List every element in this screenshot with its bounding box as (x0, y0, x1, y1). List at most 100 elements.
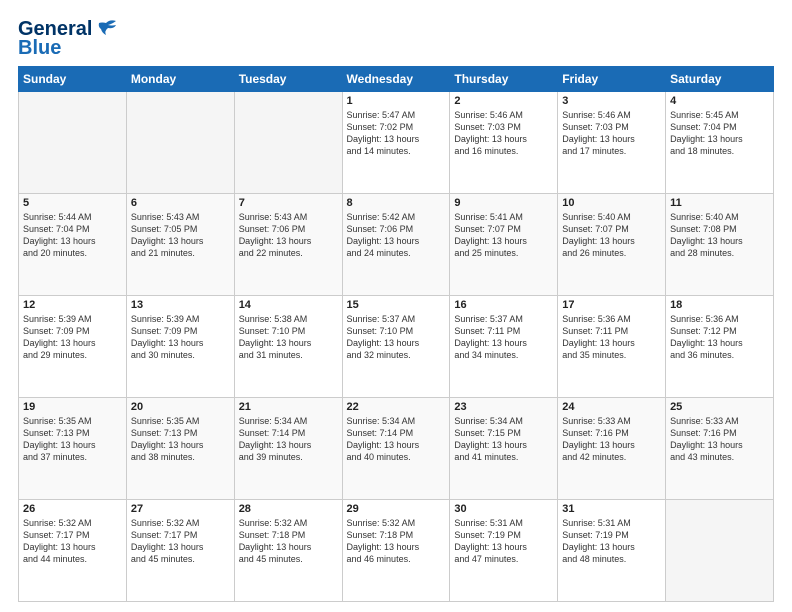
empty-cell (666, 500, 774, 602)
day-info: Sunrise: 5:41 AM Sunset: 7:07 PM Dayligh… (454, 211, 553, 260)
day-cell-30: 30Sunrise: 5:31 AM Sunset: 7:19 PM Dayli… (450, 500, 558, 602)
day-cell-20: 20 Sunrise: 5:35 AM Sunset: 7:13 PM Dayli… (126, 398, 234, 500)
empty-cell (234, 92, 342, 194)
day-info: Sunrise: 5:31 AM Sunset: 7:19 PM Dayligh… (562, 517, 661, 566)
day-cell-31: 31 Sunrise: 5:31 AM Sunset: 7:19 PM Dayli… (558, 500, 666, 602)
page: General Blue SundayMondayTuesdayWednesda… (0, 0, 792, 612)
logo: General Blue (18, 18, 118, 58)
day-number: 4 (670, 95, 769, 107)
weekday-friday: Friday (558, 67, 666, 92)
day-number: 14 (239, 299, 338, 311)
week-row-4: 19 Sunrise: 5:35 AM Sunset: 7:13 PM Dayli… (19, 398, 774, 500)
day-number: 11 (670, 197, 769, 209)
day-info: Sunrise: 5:32 AM Sunset: 7:18 PM Dayligh… (347, 517, 446, 566)
day-info: Sunrise: 5:33 AM Sunset: 7:16 PM Dayligh… (670, 415, 769, 464)
day-number: 29 (347, 503, 446, 515)
weekday-header-row: SundayMondayTuesdayWednesdayThursdayFrid… (19, 67, 774, 92)
day-number: 9 (454, 197, 553, 209)
day-number: 22 (347, 401, 446, 413)
day-number: 20 (131, 401, 230, 413)
day-cell-29: 29 Sunrise: 5:32 AM Sunset: 7:18 PM Dayli… (342, 500, 450, 602)
day-cell-10: 10 Sunrise: 5:40 AM Sunset: 7:07 PM Dayli… (558, 194, 666, 296)
day-cell-27: 27 Sunrise: 5:32 AM Sunset: 7:17 PM Dayli… (126, 500, 234, 602)
day-number: 26 (23, 503, 122, 515)
day-cell-16: 16 Sunrise: 5:37 AM Sunset: 7:11 PM Dayli… (450, 296, 558, 398)
day-cell-24: 24 Sunrise: 5:33 AM Sunset: 7:16 PM Dayli… (558, 398, 666, 500)
day-cell-15: 15Sunrise: 5:37 AM Sunset: 7:10 PM Dayli… (342, 296, 450, 398)
day-number: 12 (23, 299, 122, 311)
weekday-thursday: Thursday (450, 67, 558, 92)
day-cell-25: 25 Sunrise: 5:33 AM Sunset: 7:16 PM Dayli… (666, 398, 774, 500)
day-number: 2 (454, 95, 553, 107)
day-number: 3 (562, 95, 661, 107)
weekday-wednesday: Wednesday (342, 67, 450, 92)
day-info: Sunrise: 5:36 AM Sunset: 7:12 PM Dayligh… (670, 313, 769, 362)
day-info: Sunrise: 5:34 AM Sunset: 7:14 PM Dayligh… (239, 415, 338, 464)
day-info: Sunrise: 5:35 AM Sunset: 7:13 PM Dayligh… (23, 415, 122, 464)
day-cell-26: 26 Sunrise: 5:32 AM Sunset: 7:17 PM Dayli… (19, 500, 127, 602)
day-cell-12: 12 Sunrise: 5:39 AM Sunset: 7:09 PM Dayli… (19, 296, 127, 398)
week-row-1: 1 Sunrise: 5:47 AM Sunset: 7:02 PM Daylig… (19, 92, 774, 194)
day-number: 19 (23, 401, 122, 413)
day-number: 28 (239, 503, 338, 515)
day-info: Sunrise: 5:47 AM Sunset: 7:02 PM Dayligh… (347, 109, 446, 158)
day-info: Sunrise: 5:39 AM Sunset: 7:09 PM Dayligh… (131, 313, 230, 362)
day-number: 7 (239, 197, 338, 209)
day-cell-3: 3 Sunrise: 5:46 AM Sunset: 7:03 PM Daylig… (558, 92, 666, 194)
day-info: Sunrise: 5:36 AM Sunset: 7:11 PM Dayligh… (562, 313, 661, 362)
day-info: Sunrise: 5:31 AM Sunset: 7:19 PM Dayligh… (454, 517, 553, 566)
day-info: Sunrise: 5:32 AM Sunset: 7:17 PM Dayligh… (23, 517, 122, 566)
day-cell-17: 17 Sunrise: 5:36 AM Sunset: 7:11 PM Dayli… (558, 296, 666, 398)
day-cell-2: 2 Sunrise: 5:46 AM Sunset: 7:03 PM Daylig… (450, 92, 558, 194)
weekday-monday: Monday (126, 67, 234, 92)
day-cell-23: 23 Sunrise: 5:34 AM Sunset: 7:15 PM Dayli… (450, 398, 558, 500)
week-row-2: 5Sunrise: 5:44 AM Sunset: 7:04 PM Daylig… (19, 194, 774, 296)
day-number: 17 (562, 299, 661, 311)
day-cell-9: 9 Sunrise: 5:41 AM Sunset: 7:07 PM Daylig… (450, 194, 558, 296)
day-cell-19: 19 Sunrise: 5:35 AM Sunset: 7:13 PM Dayli… (19, 398, 127, 500)
day-number: 18 (670, 299, 769, 311)
day-info: Sunrise: 5:34 AM Sunset: 7:15 PM Dayligh… (454, 415, 553, 464)
day-number: 24 (562, 401, 661, 413)
day-info: Sunrise: 5:38 AM Sunset: 7:10 PM Dayligh… (239, 313, 338, 362)
day-number: 31 (562, 503, 661, 515)
logo-bird-icon (96, 19, 118, 39)
day-info: Sunrise: 5:46 AM Sunset: 7:03 PM Dayligh… (454, 109, 553, 158)
header: General Blue (18, 18, 774, 58)
day-number: 23 (454, 401, 553, 413)
day-info: Sunrise: 5:43 AM Sunset: 7:05 PM Dayligh… (131, 211, 230, 260)
week-row-3: 12 Sunrise: 5:39 AM Sunset: 7:09 PM Dayli… (19, 296, 774, 398)
day-cell-1: 1 Sunrise: 5:47 AM Sunset: 7:02 PM Daylig… (342, 92, 450, 194)
day-number: 27 (131, 503, 230, 515)
day-info: Sunrise: 5:43 AM Sunset: 7:06 PM Dayligh… (239, 211, 338, 260)
day-number: 25 (670, 401, 769, 413)
weekday-sunday: Sunday (19, 67, 127, 92)
week-row-5: 26 Sunrise: 5:32 AM Sunset: 7:17 PM Dayli… (19, 500, 774, 602)
day-cell-6: 6 Sunrise: 5:43 AM Sunset: 7:05 PM Daylig… (126, 194, 234, 296)
day-number: 1 (347, 95, 446, 107)
logo-blue: Blue (18, 38, 61, 58)
day-number: 16 (454, 299, 553, 311)
weekday-saturday: Saturday (666, 67, 774, 92)
day-cell-11: 11Sunrise: 5:40 AM Sunset: 7:08 PM Dayli… (666, 194, 774, 296)
day-number: 6 (131, 197, 230, 209)
day-info: Sunrise: 5:37 AM Sunset: 7:11 PM Dayligh… (454, 313, 553, 362)
day-info: Sunrise: 5:39 AM Sunset: 7:09 PM Dayligh… (23, 313, 122, 362)
day-info: Sunrise: 5:46 AM Sunset: 7:03 PM Dayligh… (562, 109, 661, 158)
empty-cell (19, 92, 127, 194)
day-info: Sunrise: 5:35 AM Sunset: 7:13 PM Dayligh… (131, 415, 230, 464)
day-info: Sunrise: 5:40 AM Sunset: 7:07 PM Dayligh… (562, 211, 661, 260)
day-number: 5 (23, 197, 122, 209)
day-number: 21 (239, 401, 338, 413)
day-info: Sunrise: 5:32 AM Sunset: 7:17 PM Dayligh… (131, 517, 230, 566)
day-info: Sunrise: 5:37 AM Sunset: 7:10 PM Dayligh… (347, 313, 446, 362)
day-info: Sunrise: 5:34 AM Sunset: 7:14 PM Dayligh… (347, 415, 446, 464)
day-cell-4: 4Sunrise: 5:45 AM Sunset: 7:04 PM Daylig… (666, 92, 774, 194)
day-number: 10 (562, 197, 661, 209)
day-cell-21: 21 Sunrise: 5:34 AM Sunset: 7:14 PM Dayli… (234, 398, 342, 500)
calendar-table: SundayMondayTuesdayWednesdayThursdayFrid… (18, 66, 774, 602)
day-cell-18: 18 Sunrise: 5:36 AM Sunset: 7:12 PM Dayli… (666, 296, 774, 398)
day-info: Sunrise: 5:33 AM Sunset: 7:16 PM Dayligh… (562, 415, 661, 464)
day-cell-5: 5Sunrise: 5:44 AM Sunset: 7:04 PM Daylig… (19, 194, 127, 296)
day-cell-7: 7 Sunrise: 5:43 AM Sunset: 7:06 PM Daylig… (234, 194, 342, 296)
